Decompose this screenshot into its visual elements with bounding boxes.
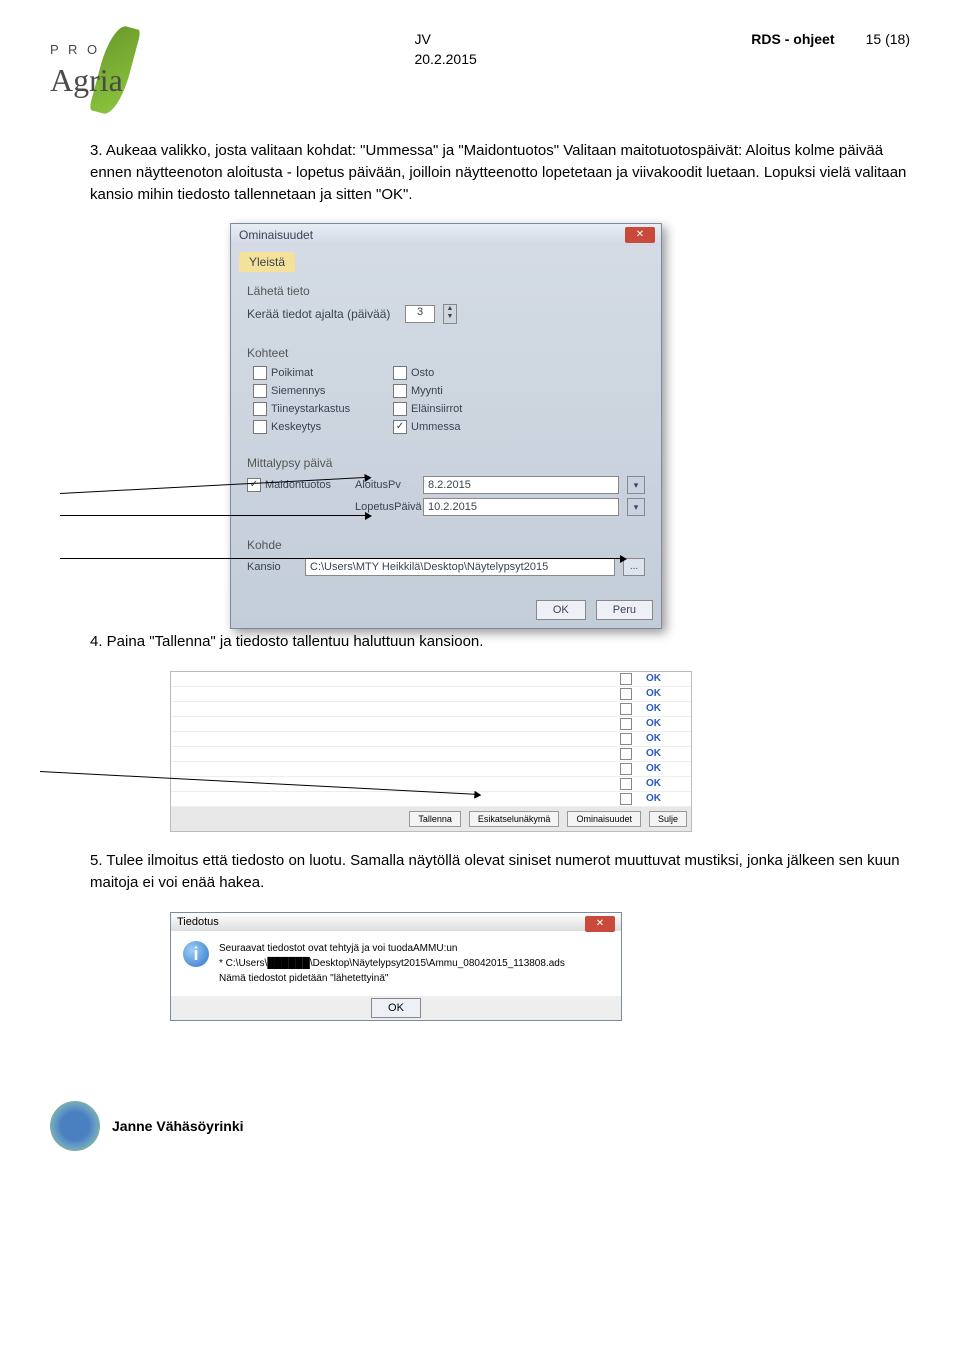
step-4-text: 4. Paina "Tallenna" ja tiedosto tallentu… <box>90 631 910 653</box>
kohde-title: Kohde <box>247 538 645 552</box>
chk-keskeytys[interactable]: Keskeytys <box>253 420 363 434</box>
group-kohde: Kohde Kansio C:\Users\MTY Heikkilä\Deskt… <box>241 532 651 586</box>
tiedotus-ok-button[interactable]: OK <box>371 998 421 1018</box>
checkbox-icon[interactable] <box>620 763 632 775</box>
peru-button[interactable]: Peru <box>596 600 653 620</box>
tiedotus-titlebar: Tiedotus ✕ <box>171 913 621 931</box>
logo: P R O Agria <box>50 30 180 120</box>
header-jv: JV <box>414 30 476 50</box>
arrow-lopetuspv <box>60 515 370 516</box>
page-footer: Janne Vähäsöyrinki <box>50 1101 910 1151</box>
kansio-label: Kansio <box>247 561 297 573</box>
page-header: P R O Agria JV 20.2.2015 RDS - ohjeet 15… <box>50 30 910 120</box>
lahetatieto-label: Lähetä tieto <box>247 284 645 298</box>
footer-name: Janne Vähäsöyrinki <box>112 1118 244 1134</box>
ok-list: OK OK OK OK OK OK OK OK OK Tallenna Esik… <box>170 671 692 832</box>
ominaisuudet-dialog: Ominaisuudet ✕ Yleistä Lähetä tieto Kerä… <box>230 223 662 629</box>
step-5-text: 5. Tulee ilmoitus että tiedosto on luotu… <box>90 850 910 894</box>
checkbox-icon[interactable] <box>620 778 632 790</box>
spin-arrows-icon[interactable]: ▲▼ <box>443 304 457 324</box>
chk-ummessa[interactable]: ✓Ummessa <box>393 420 503 434</box>
info-icon: i <box>183 941 209 967</box>
chk-tiineys[interactable]: Tiineystarkastus <box>253 402 363 416</box>
group-kohteet: Kohteet Poikimat Osto Siemennys Myynti T… <box>241 340 651 444</box>
checkbox-icon[interactable] <box>620 793 632 805</box>
aloituspv-input[interactable]: 8.2.2015 <box>423 476 619 494</box>
checkbox-icon[interactable] <box>620 718 632 730</box>
keraa-label: Kerää tiedot ajalta (päivää) <box>247 307 397 321</box>
lopetuspv-label: LopetusPäivä <box>355 501 415 513</box>
chk-osto[interactable]: Osto <box>393 366 503 380</box>
mitta-title: Mittalypsy päivä <box>247 456 645 470</box>
checkbox-icon[interactable] <box>620 703 632 715</box>
kansio-input[interactable]: C:\Users\MTY Heikkilä\Desktop\Näytelypsy… <box>305 558 615 576</box>
chk-siemennys[interactable]: Siemennys <box>253 384 363 398</box>
tiedotus-text: Seuraavat tiedostot ovat tehtyjä ja voi … <box>219 941 565 986</box>
close-icon[interactable]: ✕ <box>625 227 655 243</box>
ok-button[interactable]: OK <box>536 600 586 620</box>
tiedotus-title-label: Tiedotus <box>177 916 219 928</box>
header-date: 20.2.2015 <box>414 50 476 70</box>
logo-agria-text: Agria <box>50 62 123 99</box>
ok-buttonbar: Tallenna Esikatselunäkymä Ominaisuudet S… <box>171 807 691 831</box>
chk-elainsiirrot[interactable]: Eläinsiirrot <box>393 402 503 416</box>
tallenna-button[interactable]: Tallenna <box>409 811 461 827</box>
arrow-kansio <box>60 558 625 559</box>
lopetuspv-input[interactable]: 10.2.2015 <box>423 498 619 516</box>
rds-title: RDS - ohjeet <box>751 31 834 47</box>
keraa-spinbox[interactable]: 3 <box>405 305 435 323</box>
chk-myynti[interactable]: Myynti <box>393 384 503 398</box>
dialog-title-label: Ominaisuudet <box>239 228 313 242</box>
esikatselu-button[interactable]: Esikatselunäkymä <box>469 811 560 827</box>
step-3-text: 3. Aukeaa valikko, josta valitaan kohdat… <box>90 140 910 205</box>
dialog-screenshot: Ominaisuudet ✕ Yleistä Lähetä tieto Kerä… <box>230 223 910 613</box>
chk-poikimat[interactable]: Poikimat <box>253 366 363 380</box>
dropdown-icon-2[interactable]: ▾ <box>627 498 645 516</box>
checkbox-icon[interactable] <box>620 748 632 760</box>
header-meta: JV 20.2.2015 <box>414 30 476 69</box>
header-right: RDS - ohjeet 15 (18) <box>751 30 910 50</box>
close-icon[interactable]: ✕ <box>585 916 615 932</box>
cert-badge-icon <box>50 1101 100 1151</box>
kohteet-title: Kohteet <box>247 346 645 360</box>
dialog-button-row: OK Peru <box>231 592 661 628</box>
dialog-titlebar: Ominaisuudet ✕ <box>231 224 661 246</box>
logo-pro-text: P R O <box>50 42 100 57</box>
page-number: 15 (18) <box>866 31 910 47</box>
sulje-button[interactable]: Sulje <box>649 811 687 827</box>
checkbox-icon[interactable] <box>620 688 632 700</box>
checkbox-icon[interactable] <box>620 673 632 685</box>
group-lahetatieto: Lähetä tieto Kerää tiedot ajalta (päivää… <box>241 278 651 334</box>
tab-yleista[interactable]: Yleistä <box>239 252 295 272</box>
checkbox-icon[interactable] <box>620 733 632 745</box>
dropdown-icon[interactable]: ▾ <box>627 476 645 494</box>
ominaisuudet-button[interactable]: Ominaisuudet <box>567 811 641 827</box>
tiedotus-dialog: Tiedotus ✕ i Seuraavat tiedostot ovat te… <box>170 912 622 1021</box>
